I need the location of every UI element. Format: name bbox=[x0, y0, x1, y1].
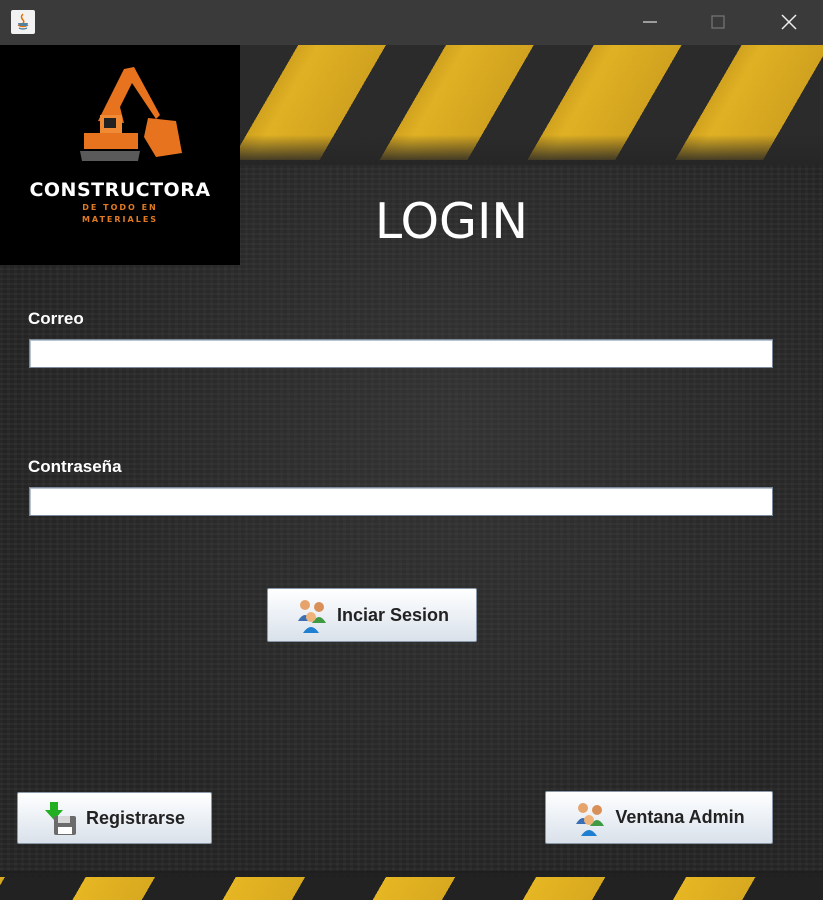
admin-window-button-label: Ventana Admin bbox=[615, 807, 745, 827]
content-panel: CONSTRUCTORA DE TODO EN MATERIALES LOGIN… bbox=[0, 45, 823, 900]
company-logo: CONSTRUCTORA DE TODO EN MATERIALES bbox=[0, 45, 240, 265]
login-window: CONSTRUCTORA DE TODO EN MATERIALES LOGIN… bbox=[0, 0, 823, 900]
users-icon bbox=[297, 600, 326, 633]
title-bar[interactable] bbox=[0, 0, 823, 45]
password-label: Contraseña bbox=[28, 457, 122, 476]
login-button[interactable]: Inciar Sesion bbox=[267, 588, 477, 642]
excavator-icon bbox=[80, 67, 182, 161]
register-button[interactable]: Registrarse bbox=[17, 792, 212, 844]
minimize-icon bbox=[643, 21, 657, 23]
logo-tagline-line2: MATERIALES bbox=[81, 215, 159, 224]
logo-company-name: CONSTRUCTORA bbox=[29, 179, 211, 201]
admin-window-button[interactable]: Ventana Admin bbox=[545, 791, 773, 844]
login-button-label: Inciar Sesion bbox=[336, 604, 450, 625]
email-field[interactable] bbox=[29, 339, 773, 368]
save-download-icon bbox=[44, 802, 76, 835]
register-button-label: Registrarse bbox=[85, 807, 186, 828]
hazard-stripes-bottom bbox=[0, 877, 823, 900]
page-title: LOGIN bbox=[374, 193, 529, 250]
logo-tagline-line1: DE TODO EN bbox=[82, 203, 158, 212]
close-icon bbox=[781, 14, 797, 30]
close-button[interactable] bbox=[766, 0, 812, 45]
maximize-icon bbox=[711, 15, 725, 29]
minimize-button[interactable] bbox=[627, 0, 673, 45]
maximize-button[interactable] bbox=[695, 0, 741, 45]
users-icon bbox=[576, 802, 605, 836]
java-app-icon bbox=[11, 10, 35, 34]
email-label: Correo bbox=[28, 309, 84, 328]
password-field[interactable] bbox=[29, 487, 773, 516]
